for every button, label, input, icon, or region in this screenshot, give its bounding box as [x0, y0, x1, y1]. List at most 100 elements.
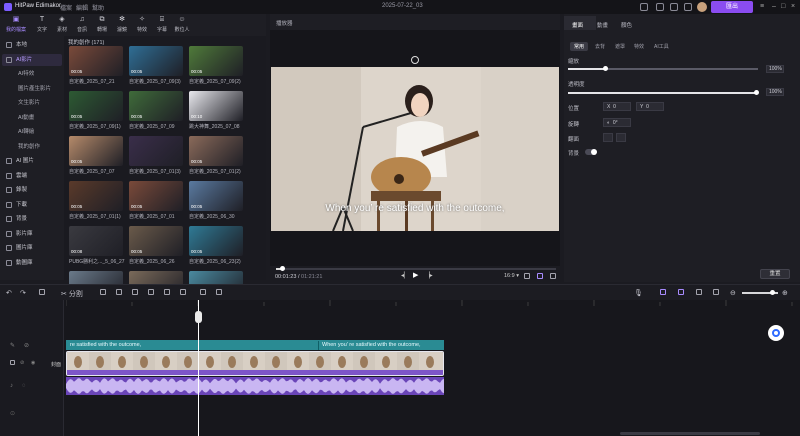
flip-horizontal-icon[interactable]	[603, 133, 613, 142]
subtitle-clip[interactable]: re satisfied with the outcome,	[70, 342, 141, 348]
freeze-icon[interactable]	[200, 289, 206, 295]
marker-icon[interactable]	[100, 289, 106, 295]
sidebar-item[interactable]: AI特效	[2, 68, 62, 80]
media-thumbnail[interactable]: 00:05	[69, 136, 123, 166]
minimize-icon[interactable]: –	[772, 3, 776, 10]
subtitle-track-icon[interactable]: ✎	[10, 342, 15, 349]
zoom-out-icon[interactable]: ⊖	[730, 289, 736, 297]
zoom-slider-knob[interactable]	[770, 290, 775, 295]
gift-icon[interactable]	[656, 3, 664, 11]
sidebar-item[interactable]: 本地	[2, 39, 62, 51]
media-thumbnail[interactable]	[129, 136, 183, 166]
maximize-icon[interactable]: □	[781, 3, 785, 10]
audio-clip[interactable]	[66, 377, 444, 395]
split-button[interactable]: ✂ 分割	[61, 289, 83, 299]
media-thumbnail[interactable]: 00:05	[129, 181, 183, 211]
export-button[interactable]: 匯出	[711, 1, 753, 13]
media-thumbnail[interactable]: 00:05	[189, 46, 243, 76]
crop-icon[interactable]	[132, 289, 138, 295]
media-thumbnail[interactable]: 00:05	[129, 226, 183, 256]
media-thumbnail[interactable]: 00:05	[189, 226, 243, 256]
sidebar-item[interactable]: 影片庫	[2, 228, 62, 240]
scale-slider-knob[interactable]	[603, 66, 608, 71]
mirror-icon[interactable]	[164, 289, 170, 295]
media-thumbnail[interactable]: 00:05	[189, 136, 243, 166]
speed-icon[interactable]	[180, 289, 186, 295]
sidebar-item[interactable]: 雲端	[2, 170, 62, 182]
playback-progress-knob[interactable]	[279, 266, 285, 271]
media-thumbnail[interactable]: 00:08	[69, 226, 123, 256]
play-icon[interactable]: ▶	[413, 271, 418, 279]
sidebar-item[interactable]: AI 圖片	[2, 155, 62, 167]
sidebar-item[interactable]: AI動畫	[2, 112, 62, 124]
link-icon[interactable]	[678, 289, 684, 295]
delete-icon[interactable]	[39, 289, 45, 295]
subtab-remove-bg[interactable]: 去背	[591, 42, 609, 51]
sidebar-item[interactable]: 錄製	[2, 184, 62, 196]
subtab-mask[interactable]: 遮罩	[611, 42, 629, 51]
subtitle-track-lock-icon[interactable]: ⊘	[24, 342, 29, 349]
opacity-value[interactable]: 100%	[766, 88, 784, 96]
sidebar-item[interactable]: 背景	[2, 213, 62, 225]
playhead-handle[interactable]	[195, 311, 202, 323]
subtitle-clip[interactable]: When you’ re satisfied with the outcome,	[322, 342, 421, 348]
zoom-in-icon[interactable]: ⊕	[782, 289, 788, 297]
screenshot-icon[interactable]	[216, 289, 222, 295]
rotate-handle-icon[interactable]	[411, 56, 419, 64]
background-toggle[interactable]	[585, 149, 597, 155]
sidebar-item[interactable]: 我的創作	[2, 141, 62, 153]
menu-file[interactable]: 檔案	[60, 3, 72, 12]
video-clip[interactable]	[66, 351, 444, 376]
bell-icon[interactable]	[684, 3, 692, 11]
media-thumbnail[interactable]: 00:05	[69, 46, 123, 76]
playback-progress-track[interactable]	[276, 268, 556, 270]
fullscreen-icon[interactable]	[550, 273, 556, 279]
microphone-icon[interactable]: 🎙︎	[634, 289, 643, 297]
menu-icon[interactable]: ≡	[760, 3, 764, 10]
tab-animation[interactable]: 動畫	[597, 21, 608, 29]
caption-icon[interactable]	[713, 289, 719, 295]
prev-frame-icon[interactable]: ◂▏	[401, 272, 409, 279]
close-icon[interactable]: ×	[791, 3, 795, 10]
tab-color[interactable]: 顏色	[621, 21, 632, 29]
sidebar-item[interactable]: AI轉繪	[2, 126, 62, 138]
opacity-slider[interactable]	[568, 92, 758, 94]
audio-track-mute-icon[interactable]: ◌	[22, 383, 26, 389]
timeline-scrollbar[interactable]	[620, 432, 760, 435]
snapshot-icon[interactable]	[524, 273, 530, 279]
media-thumbnail[interactable]: 00:05	[189, 181, 243, 211]
sidebar-item[interactable]: 圖片產生影片	[2, 83, 62, 95]
sidebar-item[interactable]: 文生影片	[2, 97, 62, 109]
message-icon[interactable]	[670, 3, 678, 11]
track-settings-icon[interactable]: ⊙	[10, 410, 15, 417]
cover-label[interactable]: 封面	[51, 361, 61, 368]
text-tool-icon[interactable]	[116, 289, 122, 295]
position-x-field[interactable]: X 0	[603, 102, 631, 111]
rotate-field[interactable]: ◐ 0°	[603, 118, 631, 127]
redo-icon[interactable]: ↷	[20, 289, 26, 297]
video-subtitle[interactable]: When you’ re satisfied with the outcome,	[271, 203, 559, 214]
sidebar-item[interactable]: 圖片庫	[2, 242, 62, 254]
media-thumbnail[interactable]: 00:05	[129, 91, 183, 121]
undo-icon[interactable]: ↶	[6, 289, 12, 297]
next-frame-icon[interactable]: ▕▸	[425, 272, 433, 279]
media-thumbnail[interactable]: 00:05	[69, 91, 123, 121]
menu-help[interactable]: 幫助	[92, 3, 104, 12]
subtab-effects[interactable]: 特效	[630, 42, 648, 51]
subtab-ai-tools[interactable]: AI工具	[650, 42, 673, 51]
magnet-snap-icon[interactable]	[660, 289, 666, 295]
video-track-eye-icon[interactable]: ◉	[31, 360, 35, 366]
grid-icon[interactable]	[537, 273, 543, 279]
subtab-common[interactable]: 常用	[570, 42, 589, 51]
ai-assistant-button[interactable]	[768, 325, 784, 341]
menu-edit[interactable]: 編輯	[76, 3, 88, 12]
tutorial-icon[interactable]	[640, 3, 648, 11]
media-thumbnail[interactable]: 00:10	[189, 91, 243, 121]
reset-button[interactable]: 重置	[760, 269, 790, 279]
position-y-field[interactable]: Y 0	[636, 102, 664, 111]
split-screen-icon[interactable]	[696, 289, 702, 295]
audio-track-icon[interactable]: ♪	[10, 383, 13, 389]
tab-my-files[interactable]: ▣ 我的檔案	[4, 16, 28, 36]
media-thumbnail[interactable]: 00:05	[69, 181, 123, 211]
timeline-ruler[interactable]	[65, 300, 800, 308]
